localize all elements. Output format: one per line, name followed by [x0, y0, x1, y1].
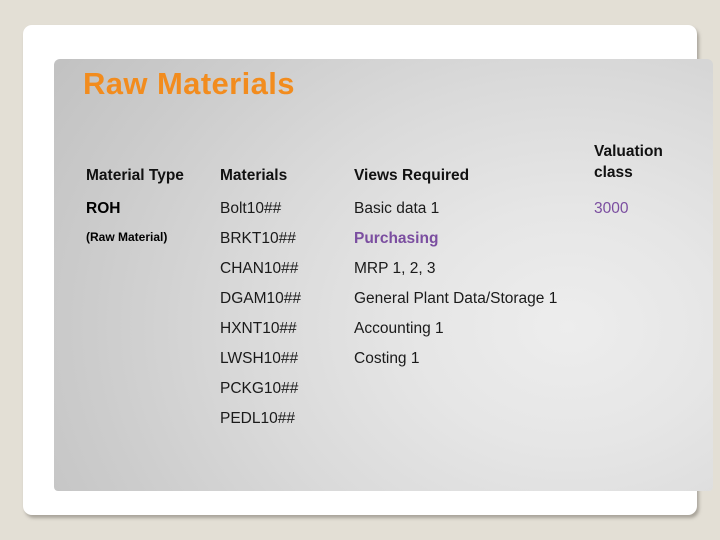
list-item: General Plant Data/Storage 1 [354, 290, 558, 307]
list-item: Basic data 1 [354, 200, 440, 217]
list-item: DGAM10## [220, 290, 301, 307]
list-item: BRKT10## [220, 230, 296, 247]
list-item: PEDL10## [220, 410, 295, 427]
column-header-valuation-class-line2: class [594, 164, 633, 181]
list-item: LWSH10## [220, 350, 299, 367]
column-header-valuation-class-line1: Valuation [594, 143, 663, 160]
list-item: Accounting 1 [354, 320, 444, 337]
material-type-code: ROH [86, 200, 121, 217]
list-item: Bolt10## [220, 200, 282, 217]
list-item: PCKG10## [220, 380, 299, 397]
column-header-material-type: Material Type [86, 167, 184, 184]
column-header-materials: Materials [220, 167, 288, 184]
list-item: HXNT10## [220, 320, 297, 337]
material-type-description: (Raw Material) [86, 230, 168, 244]
list-item: Costing 1 [354, 350, 420, 367]
content-panel: Raw Materials Material Type ROH (Raw Mat… [54, 59, 713, 491]
column-header-valuation-class: Valuation class [594, 141, 663, 183]
materials-table: Material Type ROH (Raw Material) Materia… [54, 59, 713, 491]
list-item: CHAN10## [220, 260, 299, 277]
column-header-views-required: Views Required [354, 167, 470, 184]
valuation-class-value: 3000 [594, 200, 629, 217]
slide-card: Raw Materials Material Type ROH (Raw Mat… [23, 25, 713, 515]
list-item: MRP 1, 2, 3 [354, 260, 436, 277]
list-item-highlighted: Purchasing [354, 230, 439, 247]
